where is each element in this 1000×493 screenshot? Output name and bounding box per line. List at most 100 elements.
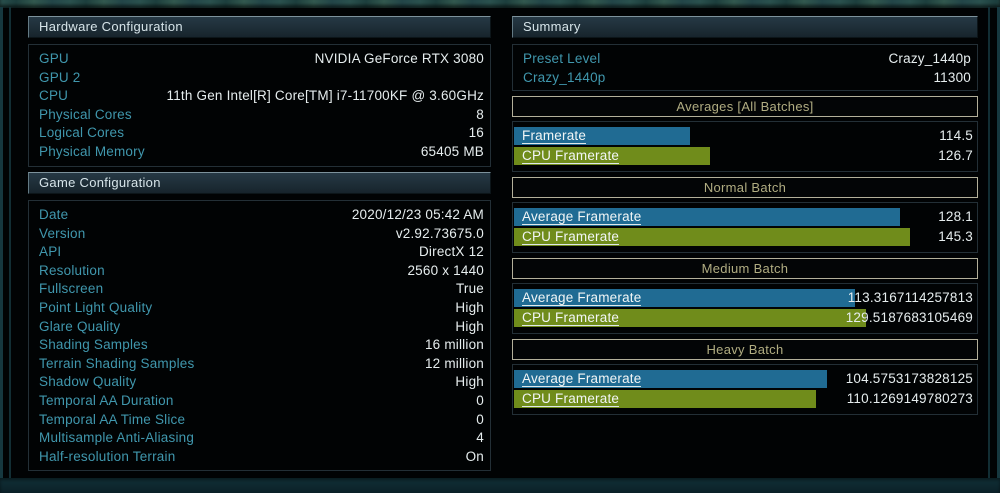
game-config-row-value: True [456,280,484,299]
hardware-config-row-value: 65405 MB [421,143,484,162]
hardware-config-row: GPU 2 [39,69,484,88]
batch-title: Normal Batch [512,177,978,198]
preset-row-label: Crazy_1440p [523,69,606,88]
game-config-row: Terrain Shading Samples 12 million [39,355,484,374]
hardware-config-row: Logical Cores 16 [39,124,484,143]
game-config-row-value: 12 million [425,355,484,374]
game-config-row-label: Half-resolution Terrain [39,448,175,467]
batch-title: Medium Batch [512,258,978,279]
game-config-row-value: 0 [476,411,484,430]
framerate-bar-row: Framerate114.5 [514,127,975,145]
bar-label: CPU Framerate [522,310,619,326]
framerate-bar-row: Average Framerate 104.5753173828125 [514,370,975,388]
bar-label: Average Framerate [522,371,641,387]
game-config-row-label: Temporal AA Duration [39,392,174,411]
game-config-row-value: 4 [476,429,484,448]
right-frame-line [988,7,990,479]
game-config-row-label: API [39,243,61,262]
game-config-row-label: Shadow Quality [39,373,136,392]
summary-panel: Summary Preset LevelCrazy_1440pCrazy_144… [512,0,978,415]
bar-label: CPU Framerate [522,391,619,407]
bar-value: 145.3 [938,228,973,246]
game-config-row-value: DirectX 12 [419,243,484,262]
preset-row-value: 11300 [933,69,971,88]
framerate-bar-row: Average Framerate 128.1 [514,208,975,226]
hardware-config-row: Physical Memory 65405 MB [39,143,484,162]
hardware-config-row-label: Physical Cores [39,106,132,125]
game-config-row: Point Light QualityHigh [39,299,484,318]
summary-title: Summary [523,19,581,34]
bar-value: 110.1269149780273 [847,390,973,408]
game-config-row-value: 2020/12/23 05:42 AM [352,206,484,225]
framerate-bar-row: CPU Framerate 110.1269149780273 [514,390,975,408]
game-config-row: Resolution 2560 x 1440 [39,262,484,281]
bar-label: CPU Framerate [522,148,619,164]
hardware-configuration-box: GPU NVIDIA GeForce RTX 3080 GPU 2CPU 11th G… [28,44,491,167]
hardware-config-row-label: GPU 2 [39,69,81,88]
game-config-row-label: Glare Quality [39,318,120,337]
hardware-config-row-label: CPU [39,87,68,106]
game-config-row: Shading Samples 16 million [39,336,484,355]
hardware-config-row-value: NVIDIA GeForce RTX 3080 [315,50,484,69]
left-frame-edge [0,7,3,479]
bar-value: 128.1 [938,208,973,226]
game-config-row-label: Resolution [39,262,105,281]
framerate-bar-row: CPU Framerate 145.3 [514,228,975,246]
game-configuration-box: Date2020/12/23 05:42 AMVersion v2.92.7367… [28,200,491,471]
batch-title: Averages [All Batches] [512,96,978,117]
benchmark-results-page: Hardware Configuration GPUNVIDIA GeForce… [0,0,1000,493]
game-configuration-header: Game Configuration [28,172,491,194]
bar-value: 126.7 [938,147,973,165]
batch-bars-box: Average Framerate 128.1 CPU Framerate 145.3 [512,202,978,253]
game-config-row: Temporal AA Time Slice 0 [39,411,484,430]
hardware-config-row-label: GPU [39,50,69,69]
preset-row-label: Preset Level [523,50,600,69]
left-frame-line [9,7,11,479]
game-config-row: Multisample Anti-Aliasing 4 [39,429,484,448]
bar-label: CPU Framerate [522,229,619,245]
batch-bars-box: Framerate114.5 CPU Framerate 126.7 [512,121,978,172]
game-configuration-title: Game Configuration [39,175,161,190]
game-config-row-label: Shading Samples [39,336,148,355]
game-config-row-value: High [455,373,484,392]
game-config-row: API DirectX 12 [39,243,484,262]
game-config-row-label: Multisample Anti-Aliasing [39,429,194,448]
framerate-bar-row: CPU Framerate 129.5187683105469 [514,309,975,327]
bottom-frame-strip [0,478,1000,493]
hardware-config-row-value: 8 [476,106,484,125]
hardware-config-row-value: 11th Gen Intel[R] Core[TM] i7-11700KF @ … [167,87,485,106]
game-config-row-value: v2.92.73675.0 [396,225,484,244]
bar-value: 129.5187683105469 [846,309,973,327]
game-config-row-label: Terrain Shading Samples [39,355,194,374]
hardware-config-row-value: 16 [469,124,484,143]
batch-bars-box: Average Framerate113.3167114257813 CPU Fr… [512,283,978,334]
game-config-row: Half-resolution Terrain On [39,448,484,467]
framerate-bar-row: Average Framerate113.3167114257813 [514,289,975,307]
bar-label: Average Framerate [522,209,641,225]
game-config-row-label: Point Light Quality [39,299,152,318]
game-config-row: Shadow Quality High [39,373,484,392]
game-config-row-value: On [466,448,484,467]
hardware-config-row-label: Physical Memory [39,143,145,162]
bar-label: Framerate [522,128,586,144]
batch-sections: Averages [All Batches] Framerate114.5 CPU … [512,96,978,415]
game-config-row-label: Fullscreen [39,280,103,299]
preset-row: Preset Level Crazy_1440p [523,50,971,69]
preset-row-value: Crazy_1440p [888,50,971,69]
game-config-row-value: 16 million [425,336,484,355]
game-config-row-label: Version [39,225,85,244]
configuration-panel: Hardware Configuration GPUNVIDIA GeForce… [28,0,491,471]
game-config-row: Version v2.92.73675.0 [39,225,484,244]
game-config-row: Temporal AA Duration 0 [39,392,484,411]
game-config-row: Date2020/12/23 05:42 AM [39,206,484,225]
game-config-row-label: Temporal AA Time Slice [39,411,185,430]
game-config-row-value: 2560 x 1440 [407,262,484,281]
preset-box: Preset LevelCrazy_1440pCrazy_1440p11300 [512,44,978,91]
game-config-row: Glare QualityHigh [39,318,484,337]
game-config-row-value: 0 [476,392,484,411]
batch-bars-box: Average Framerate 104.5753173828125 CPU Fr… [512,364,978,415]
bar-value: 104.5753173828125 [846,370,973,388]
hardware-config-row-label: Logical Cores [39,124,124,143]
game-config-row: Fullscreen True [39,280,484,299]
framerate-bar-row: CPU Framerate 126.7 [514,147,975,165]
